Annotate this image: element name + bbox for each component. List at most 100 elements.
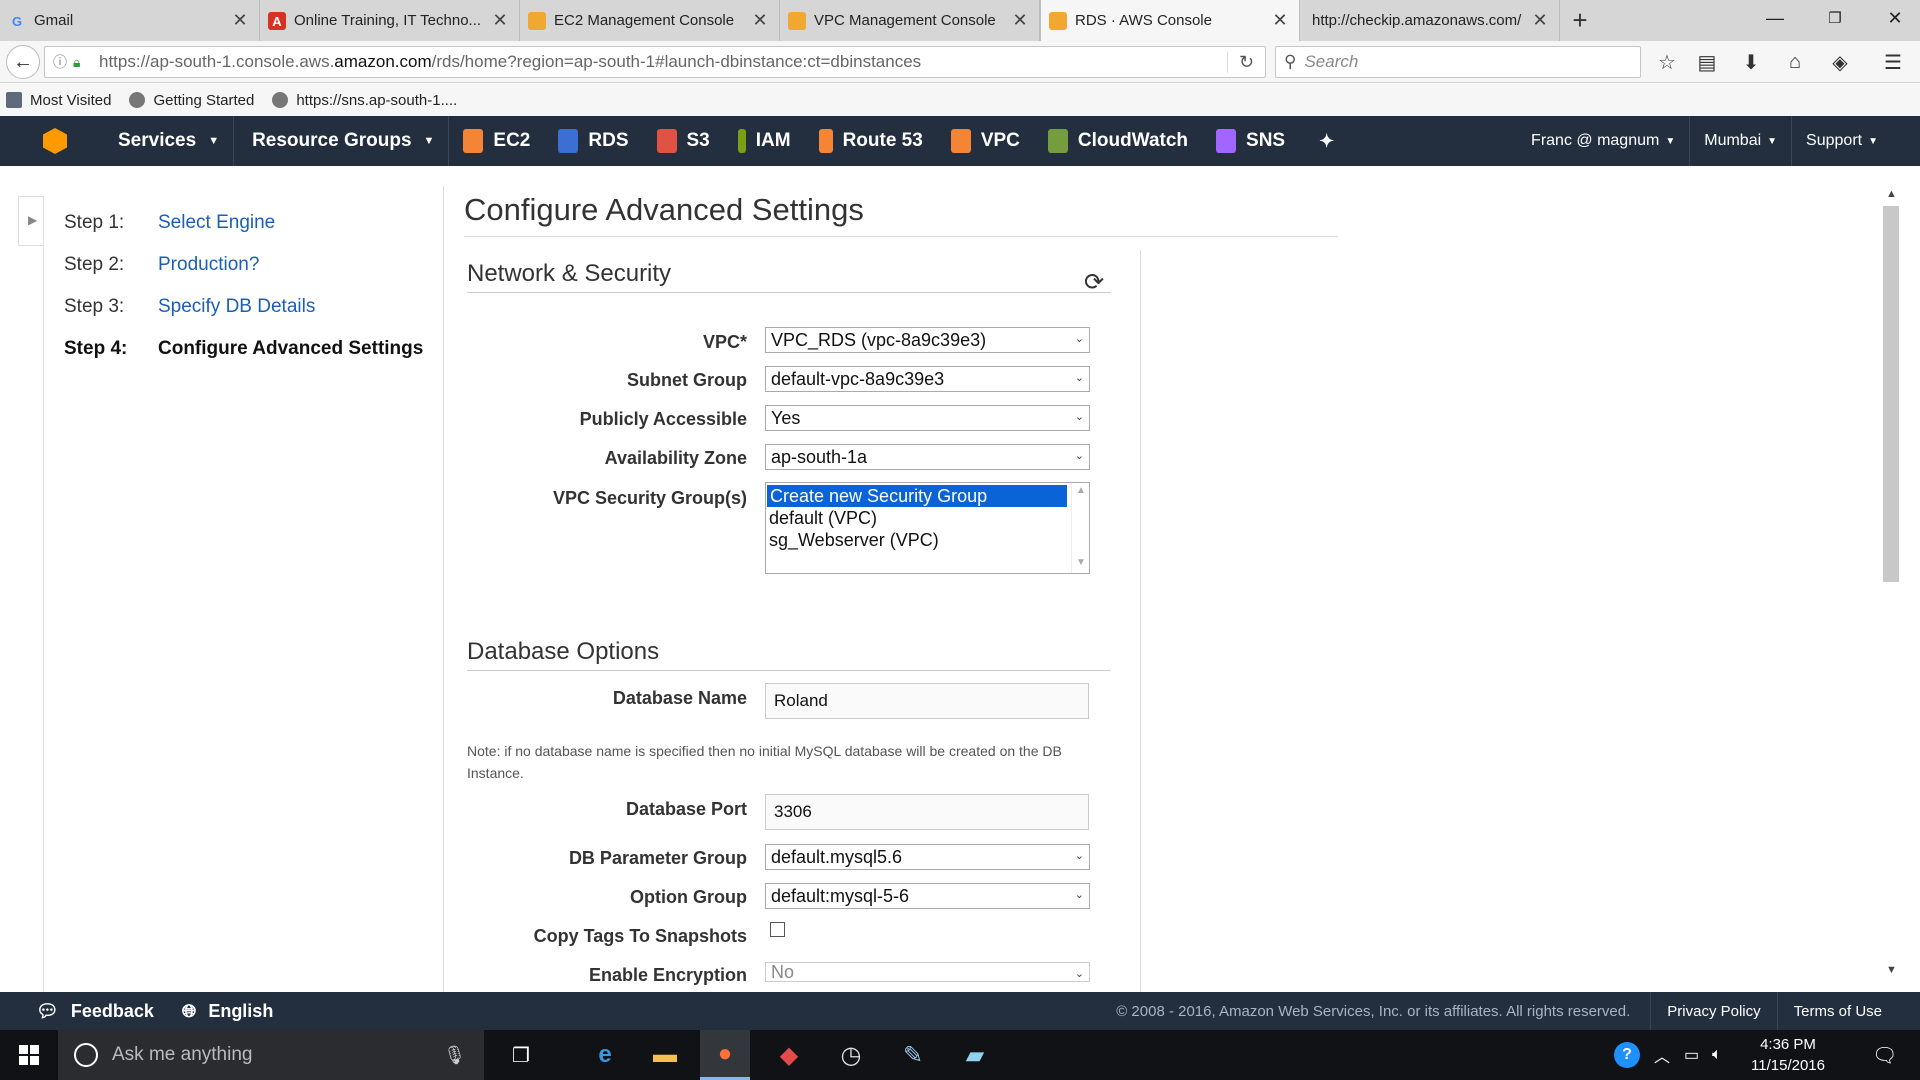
browser-toolbar: ← ⓘ 🔒︎ https://ap-south-1.console.aws.am… (0, 41, 1920, 83)
pocket-icon[interactable]: ◈ (1825, 49, 1855, 75)
publicly-accessible-select[interactable]: Yes ⌄ (765, 405, 1090, 431)
browser-tab-rds[interactable]: RDS · AWS Console ✕ (1040, 0, 1300, 41)
nav-service-route53[interactable]: Route 53 (805, 116, 937, 166)
bookmark-sns[interactable]: https://sns.ap-south-1.... (272, 92, 457, 109)
bookmark-getting-started[interactable]: Getting Started (129, 92, 254, 109)
close-tab-icon[interactable]: ✕ (231, 10, 249, 31)
refresh-icon[interactable]: ⟳ (1084, 268, 1104, 297)
terms-of-use-link[interactable]: Terms of Use (1776, 992, 1920, 1030)
system-clock[interactable]: 4:36 PM 11/15/2016 (1738, 1034, 1838, 1076)
close-tab-icon[interactable]: ✕ (491, 10, 509, 31)
minimize-window-icon[interactable]: — (1752, 0, 1798, 36)
listbox-scrollbar[interactable]: ▲ ▼ (1071, 483, 1089, 573)
microphone-icon[interactable]: 🎙︎ (443, 1045, 466, 1066)
url-bar[interactable]: ⓘ 🔒︎ https://ap-south-1.console.aws.amaz… (44, 46, 1266, 78)
close-tab-icon[interactable]: ✕ (1531, 10, 1549, 31)
close-tab-icon[interactable]: ✕ (751, 10, 769, 31)
nav-service-vpc[interactable]: VPC (937, 116, 1034, 166)
tab-title: http://checkip.amazonaws.com/ (1312, 12, 1522, 29)
tab-title: RDS · AWS Console (1075, 12, 1212, 29)
battery-icon[interactable]: ▭ (1684, 1030, 1699, 1080)
step-current-label: Configure Advanced Settings (158, 338, 424, 359)
edge-icon[interactable]: e (580, 1030, 630, 1080)
security-group-option[interactable]: default (VPC) (766, 507, 1089, 529)
language-button[interactable]: 🌐︎ English (168, 992, 287, 1030)
security-group-option[interactable]: Create new Security Group (767, 485, 1067, 507)
volume-icon[interactable]: 🔈︎ (1712, 1030, 1722, 1080)
browser-tab-vpc[interactable]: VPC Management Console ✕ (780, 0, 1040, 41)
reading-list-icon[interactable]: ▤ (1692, 49, 1722, 75)
start-button[interactable] (0, 1030, 58, 1080)
availability-zone-select[interactable]: ap-south-1a ⌄ (765, 444, 1090, 470)
database-port-input[interactable]: 3306 (765, 794, 1089, 830)
scroll-up-icon[interactable]: ▲ (1886, 188, 1897, 200)
help-icon[interactable]: ? (1614, 1030, 1640, 1080)
scrollbar-thumb[interactable] (1883, 206, 1899, 582)
support-menu[interactable]: Support ▼ (1791, 116, 1920, 166)
region-menu[interactable]: Mumbai ▼ (1689, 116, 1791, 166)
resource-groups-menu[interactable]: Resource Groups ▼ (234, 116, 450, 166)
putty-icon[interactable]: ◆ (764, 1030, 814, 1080)
nav-service-iam[interactable]: IAM (724, 116, 805, 166)
security-groups-listbox[interactable]: Create new Security Group default (VPC) … (765, 482, 1090, 574)
encryption-select[interactable]: No ⌄ (765, 962, 1090, 982)
paint-icon[interactable]: ✎ (888, 1030, 938, 1080)
downloads-icon[interactable]: ⬇ (1736, 49, 1766, 75)
site-info-icon[interactable]: ⓘ (53, 52, 73, 72)
notepad-icon[interactable]: ▰ (950, 1030, 1000, 1080)
file-explorer-icon[interactable]: ▬ (640, 1030, 690, 1080)
cortana-search[interactable]: Ask me anything 🎙︎ (58, 1030, 484, 1080)
account-menu[interactable]: Franc @ magnum ▼ (1517, 116, 1689, 166)
step-link-select-engine[interactable]: Select Engine (158, 212, 275, 234)
new-tab-button[interactable]: + (1560, 0, 1600, 41)
divider (464, 236, 1338, 237)
home-icon[interactable]: ⌂ (1780, 49, 1810, 75)
browser-tab-gmail[interactable]: G Gmail ✕ (0, 0, 260, 41)
browser-search-input[interactable]: ⚲ Search (1275, 46, 1641, 78)
browser-tab-checkip[interactable]: http://checkip.amazonaws.com/ ✕ (1300, 0, 1560, 41)
browser-tab-ec2[interactable]: EC2 Management Console ✕ (520, 0, 780, 41)
expand-sidebar-button[interactable]: ▶ (18, 196, 44, 246)
scroll-down-icon[interactable]: ▼ (1886, 964, 1897, 976)
url-text[interactable]: https://ap-south-1.console.aws.amazon.co… (91, 52, 1227, 72)
chevron-down-icon: ⌄ (1074, 889, 1084, 901)
copy-tags-checkbox[interactable] (770, 922, 785, 937)
reload-icon[interactable]: ↻ (1227, 51, 1265, 73)
nav-service-rds[interactable]: RDS (544, 116, 642, 166)
db-parameter-group-select[interactable]: default.mysql5.6 ⌄ (765, 844, 1090, 870)
tray-chevron-up-icon[interactable]: ︿ (1654, 1030, 1670, 1080)
aws-logo-icon[interactable] (28, 116, 82, 166)
privacy-policy-link[interactable]: Privacy Policy (1650, 992, 1776, 1030)
vpc-select[interactable]: VPC_RDS (vpc-8a9c39e3) ⌄ (765, 327, 1090, 353)
option-group-select[interactable]: default:mysql-5-6 ⌄ (765, 883, 1090, 909)
close-tab-icon[interactable]: ✕ (1271, 10, 1289, 31)
nav-service-cloudwatch[interactable]: CloudWatch (1034, 116, 1202, 166)
page-scrollbar[interactable]: ▲ ▼ (1882, 186, 1900, 982)
subnet-group-select[interactable]: default-vpc-8a9c39e3 ⌄ (765, 366, 1090, 392)
clock-app-icon[interactable]: ◷ (826, 1030, 876, 1080)
browser-tab-training[interactable]: A Online Training, IT Techno... ✕ (260, 0, 520, 41)
step-link-db-details[interactable]: Specify DB Details (158, 296, 315, 318)
bookmark-most-visited[interactable]: Most Visited (6, 92, 111, 109)
nav-service-ec2[interactable]: EC2 (449, 116, 544, 166)
pin-icon[interactable]: ✦ (1299, 116, 1354, 166)
step-link-production[interactable]: Production? (158, 254, 259, 276)
bookmark-star-icon[interactable]: ☆ (1652, 49, 1682, 75)
globe-icon (272, 92, 289, 108)
services-menu[interactable]: Services ▼ (104, 116, 235, 166)
cortana-icon (74, 1043, 98, 1067)
chevron-down-icon: ⌄ (1074, 372, 1084, 384)
nav-service-sns[interactable]: SNS (1202, 116, 1299, 166)
back-button[interactable]: ← (6, 45, 40, 79)
nav-service-s3[interactable]: S3 (643, 116, 724, 166)
firefox-icon[interactable]: ● (700, 1030, 750, 1080)
notifications-icon[interactable]: 🗨︎ (1872, 1030, 1897, 1080)
restore-window-icon[interactable]: ❐ (1812, 0, 1858, 36)
menu-icon[interactable]: ☰ (1878, 49, 1908, 75)
close-window-icon[interactable]: ✕ (1872, 0, 1918, 36)
feedback-button[interactable]: 💬︎ Feedback (0, 992, 168, 1030)
security-group-option[interactable]: sg_Webserver (VPC) (766, 529, 1089, 551)
close-tab-icon[interactable]: ✕ (1011, 10, 1029, 31)
task-view-icon[interactable]: ❐ (496, 1030, 546, 1080)
database-name-input[interactable]: Roland (765, 683, 1089, 719)
